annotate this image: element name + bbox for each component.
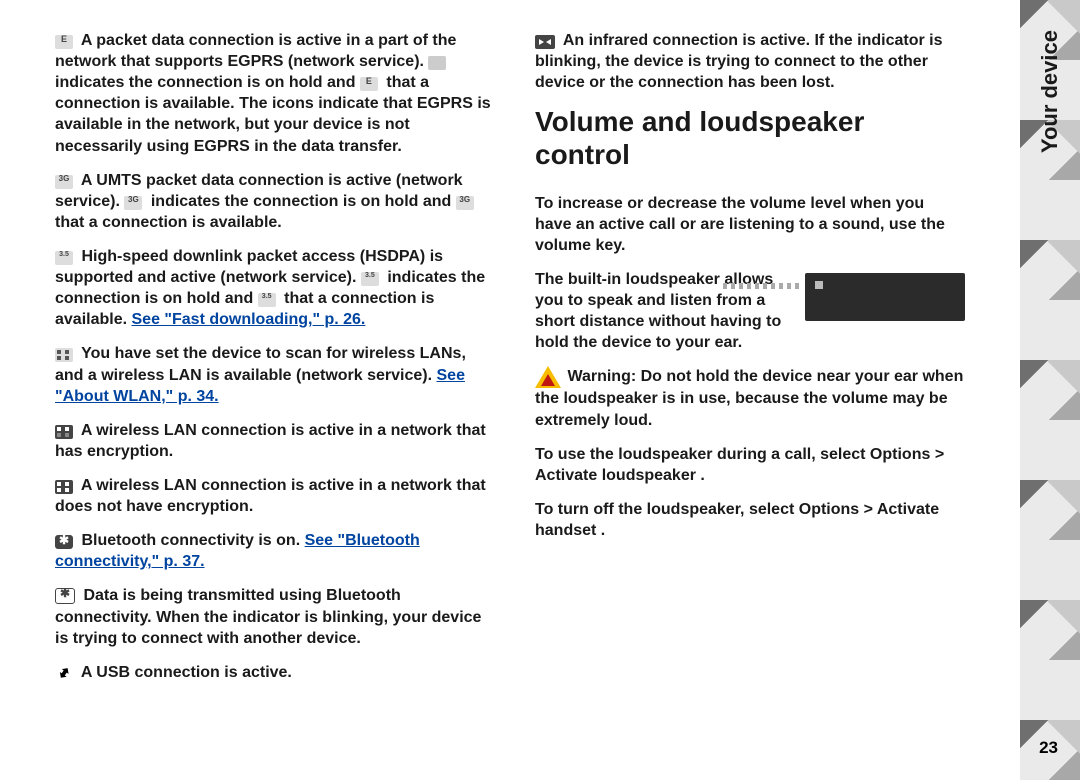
bluetooth-data-icon — [55, 588, 75, 604]
text: . — [601, 522, 605, 539]
hsdpa-hold-icon — [361, 272, 379, 286]
page-number: 23 — [1039, 738, 1058, 758]
options-label: Options — [870, 446, 930, 463]
para-loudspeaker: The built-in loudspeaker allows you to s… — [535, 269, 965, 353]
left-column: A packet data connection is active in a … — [55, 30, 515, 760]
volume-figure — [805, 273, 965, 321]
para-wlan-enc: A wireless LAN connection is active in a… — [55, 420, 495, 462]
egprs-avail-icon — [360, 77, 378, 91]
infrared-icon — [535, 35, 555, 49]
para-warning: Warning: Do not hold the device near you… — [535, 366, 965, 430]
para-infrared: An infrared connection is active. If the… — [535, 30, 965, 93]
text: indicates the connection is on hold and — [151, 193, 456, 210]
side-tab: Your device — [1020, 0, 1080, 780]
umts-avail-icon — [456, 196, 474, 210]
heading-volume: Volume and loudspeaker control — [535, 106, 965, 170]
text: To turn off the loudspeaker, select — [535, 501, 799, 518]
content-area: A packet data connection is active in a … — [0, 0, 1020, 780]
text: A packet data connection is active in a … — [55, 32, 456, 70]
wlan-scan-icon — [55, 348, 73, 362]
hsdpa-avail-icon — [258, 293, 276, 307]
text: A USB connection is active. — [81, 664, 292, 681]
para-activate-handset: To turn off the loudspeaker, select Opti… — [535, 499, 965, 541]
side-tab-label: Your device — [1037, 30, 1063, 153]
activate-loudspeaker-label: Activate loudspeaker — [535, 467, 696, 484]
right-column: An infrared connection is active. If the… — [515, 30, 975, 760]
text: An infrared connection is active. If the… — [535, 32, 943, 91]
hsdpa-active-icon — [55, 251, 73, 265]
link-fast-downloading[interactable]: See "Fast downloading," p. 26. — [132, 311, 366, 328]
warning-label: Warning: — [567, 369, 640, 386]
text: You have set the device to scan for wire… — [55, 345, 466, 383]
usb-icon — [55, 667, 73, 681]
umts-hold-icon — [124, 196, 142, 210]
para-bt: Bluetooth connectivity is on. See "Bluet… — [55, 530, 495, 572]
para-wlan-scan: You have set the device to scan for wire… — [55, 343, 495, 406]
text: A wireless LAN connection is active in a… — [55, 422, 486, 460]
para-activate-loudspeaker: To use the loudspeaker during a call, se… — [535, 444, 965, 486]
wlan-open-icon — [55, 480, 73, 494]
text: that a connection is available. — [55, 214, 282, 231]
para-hsdpa: High-speed downlink packet access (HSDPA… — [55, 246, 495, 330]
para-egprs: A packet data connection is active in a … — [55, 30, 495, 157]
text: A wireless LAN connection is active in a… — [55, 477, 486, 515]
umts-active-icon — [55, 175, 73, 189]
para-umts: A UMTS packet data connection is active … — [55, 170, 495, 233]
para-usb: A USB connection is active. — [55, 662, 495, 683]
text: . — [700, 467, 704, 484]
options-label: Options — [799, 501, 859, 518]
para-bt-data: Data is being transmitted using Bluetoot… — [55, 585, 495, 648]
warning-icon — [535, 366, 561, 388]
para-wlan-open: A wireless LAN connection is active in a… — [55, 475, 495, 517]
bluetooth-icon — [55, 535, 73, 549]
egprs-hold-icon — [428, 56, 446, 70]
text: Bluetooth connectivity is on. — [81, 532, 304, 549]
wlan-enc-icon — [55, 425, 73, 439]
sep: > — [935, 446, 944, 463]
text: indicates the connection is on hold and — [55, 74, 360, 91]
text: High-speed downlink packet access (HSDPA… — [55, 248, 443, 286]
manual-page: A packet data connection is active in a … — [0, 0, 1080, 780]
para-volume-key: To increase or decrease the volume level… — [535, 193, 965, 256]
text: Data is being transmitted using Bluetoot… — [55, 587, 481, 646]
text: To use the loudspeaker during a call, se… — [535, 446, 870, 463]
sep: > — [864, 501, 877, 518]
egprs-active-icon — [55, 35, 73, 49]
